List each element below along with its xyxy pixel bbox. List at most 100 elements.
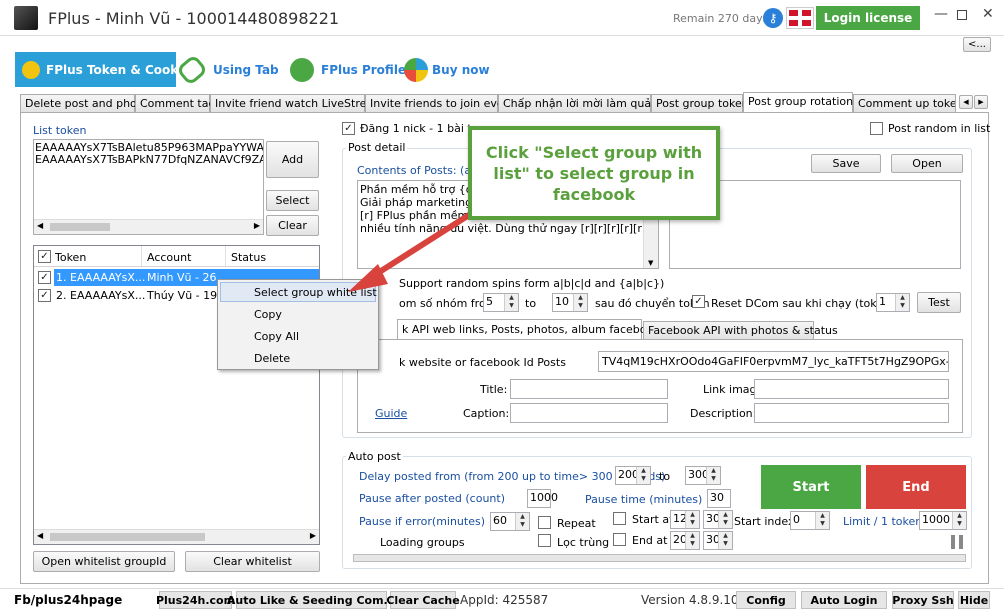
delay-from-spinner[interactable]: 200 ▲ ▼ <box>615 466 651 485</box>
caption-input[interactable] <box>510 403 668 423</box>
tab-chap-nhan[interactable]: Chấp nhận lời mời làm quản trị <box>498 94 673 112</box>
nhom-to-label: to <box>525 297 537 310</box>
nick-checkbox[interactable]: ✓ <box>342 122 355 135</box>
auto-like-button[interactable]: Auto Like & Seeding Com... <box>227 591 396 609</box>
start-minute-spinner[interactable]: 30 ▲ ▼ <box>703 510 733 529</box>
test-button[interactable]: Test <box>917 292 961 313</box>
tab-invite-event[interactable]: Invite friends to join event <box>365 94 515 112</box>
limit-spinner[interactable]: 1000 ▲ ▼ <box>919 511 967 530</box>
title-label: Title: <box>480 383 508 396</box>
nhom-to-spinner[interactable]: 10 ▲ ▼ <box>552 293 588 312</box>
nhom-label: om số nhóm from <box>399 297 497 310</box>
tab-fplus-token-cookie[interactable]: FPlus Token & Cookie <box>15 52 191 87</box>
clear-whitelist-button[interactable]: Clear whitelist <box>185 551 320 572</box>
start-button[interactable]: Start <box>761 465 861 509</box>
close-button[interactable]: ✕ <box>982 6 994 22</box>
select-button[interactable]: Select <box>266 190 319 211</box>
tab-scroll-left[interactable]: ◀ <box>959 95 973 109</box>
pause-icon[interactable] <box>951 535 963 549</box>
tab-post-group-token[interactable]: Post group token <box>651 94 749 112</box>
pause-time-spinner[interactable]: 30 <box>707 489 731 508</box>
add-button[interactable]: Add <box>266 141 319 178</box>
end-button[interactable]: End <box>866 465 966 509</box>
start-index-label: Start index: <box>734 515 799 528</box>
end-at-checkbox[interactable] <box>613 533 626 546</box>
maximize-button[interactable] <box>957 10 967 20</box>
link-label: k website or facebook Id Posts <box>399 356 566 369</box>
appid-text: AppId: 425587 <box>460 593 549 607</box>
tab-comment-tag[interactable]: Comment tag <box>135 94 215 112</box>
guide-link[interactable]: Guide <box>375 407 407 420</box>
horizontal-scrollbar[interactable]: ◀ ▶ <box>34 219 263 234</box>
pause-posted-spinner[interactable]: 1000 <box>527 489 558 508</box>
remain-text: Remain 270 days <box>673 12 769 25</box>
reset-checkbox[interactable]: ✓ <box>692 295 705 308</box>
clear-cache-button[interactable]: Clear Cache <box>386 591 460 609</box>
token-textarea[interactable]: EAAAAAYsX7TsBAletu85P963MAPpaYYWAAV EAAA… <box>33 139 264 235</box>
end-hour-spinner[interactable]: 20 ▲ ▼ <box>670 531 700 550</box>
contents-label: Contents of Posts: (add <box>357 164 486 177</box>
repeat-checkbox[interactable] <box>538 516 551 529</box>
tab-fplus-profile[interactable]: FPlus Profile <box>321 63 406 77</box>
menu-item-delete[interactable]: Delete <box>254 352 290 365</box>
post-random-checkbox[interactable] <box>870 122 883 135</box>
clear-button[interactable]: Clear <box>266 215 319 236</box>
subtab-facebook-api[interactable]: Facebook API with photos & status <box>643 321 838 339</box>
tab-delete-post-photo[interactable]: Delete post and photo <box>20 94 148 112</box>
grid-header: ✓ Token Account Status <box>34 246 319 267</box>
reset-spinner[interactable]: 1 ▲ ▼ <box>876 293 910 312</box>
delay-to-label: to <box>659 470 671 483</box>
start-at-label: Start at <box>632 513 674 526</box>
open-button[interactable]: Open <box>891 154 963 173</box>
start-index-spinner[interactable]: 0 ▲ ▼ <box>790 511 830 530</box>
subtab-web-links[interactable]: k API web links, Posts, photos, album fa… <box>397 319 660 339</box>
loc-trung-checkbox[interactable] <box>538 534 551 547</box>
config-button[interactable]: Config <box>736 591 796 609</box>
collapse-button[interactable]: <... <box>963 37 991 52</box>
save-button[interactable]: Save <box>811 154 881 173</box>
tab-invite-livestream[interactable]: Invite friend watch LiveStream <box>210 94 384 112</box>
menu-item-copy-all[interactable]: Copy All <box>254 330 299 343</box>
fb-page-link[interactable]: Fb/plus24hpage <box>14 593 122 607</box>
tab-comment-up-token[interactable]: Comment up token <box>853 94 956 112</box>
profile-icon <box>290 58 314 82</box>
start-hour-spinner[interactable]: 12 ▲ ▼ <box>670 510 700 529</box>
reset-label: Reset DCom sau khi chạy (token) <box>711 297 895 310</box>
hide-button[interactable]: Hide <box>958 591 990 609</box>
menu-item-copy[interactable]: Copy <box>254 308 282 321</box>
login-license-button[interactable]: Login license <box>816 6 920 30</box>
tab-scroll-right[interactable]: ▶ <box>974 95 988 109</box>
auto-post-label: Auto post <box>346 450 403 463</box>
end-minute-spinner[interactable]: 30 ▲ ▼ <box>703 531 733 550</box>
tab-buy-now[interactable]: Buy now <box>432 63 490 77</box>
callout-text: Click "Select group with list" to select… <box>485 142 703 204</box>
row-checkbox[interactable]: ✓ <box>38 289 51 302</box>
link-input[interactable]: TV4qM19cHXrOOdo4GaFIF0erpvmM7_lyc_kaTFT5… <box>598 351 949 372</box>
select-all-checkbox[interactable]: ✓ <box>38 250 51 263</box>
pause-posted-label: Pause after posted (count) <box>359 492 505 505</box>
progress-bar <box>353 554 966 562</box>
post-detail-label: Post detail <box>346 141 408 154</box>
nhom-from-spinner[interactable]: 5 ▲ ▼ <box>483 293 519 312</box>
row-checkbox[interactable]: ✓ <box>38 271 51 284</box>
plus24h-button[interactable]: Plus24h.com <box>156 591 235 609</box>
loading-label: Loading groups <box>380 536 465 549</box>
uk-flag-icon[interactable] <box>786 7 814 29</box>
repeat-label: Repeat <box>557 517 596 530</box>
horizontal-scrollbar[interactable]: ◀ ▶ <box>34 529 319 544</box>
title-input[interactable] <box>510 379 668 399</box>
tab-post-group-rotational[interactable]: Post group rotational <box>743 92 863 113</box>
start-at-checkbox[interactable] <box>613 512 626 525</box>
post-random-label: Post random in list <box>888 122 991 135</box>
proxy-ssh-button[interactable]: Proxy Ssh <box>892 591 954 609</box>
minimize-button[interactable]: — <box>934 6 948 22</box>
auto-login-button[interactable]: Auto Login <box>801 591 887 609</box>
pause-error-spinner[interactable]: 60 ▲ ▼ <box>490 512 530 531</box>
limit-label: Limit / 1 token: <box>843 515 926 528</box>
tab-using-tab[interactable]: Using Tab <box>213 63 279 77</box>
open-whitelist-button[interactable]: Open whitelist groupId <box>33 551 175 572</box>
delay-to-spinner[interactable]: 300 ▲ ▼ <box>685 466 721 485</box>
link-image-input[interactable] <box>754 379 949 399</box>
key-icon[interactable]: ⚷ <box>763 8 783 28</box>
description-input[interactable] <box>754 403 949 423</box>
